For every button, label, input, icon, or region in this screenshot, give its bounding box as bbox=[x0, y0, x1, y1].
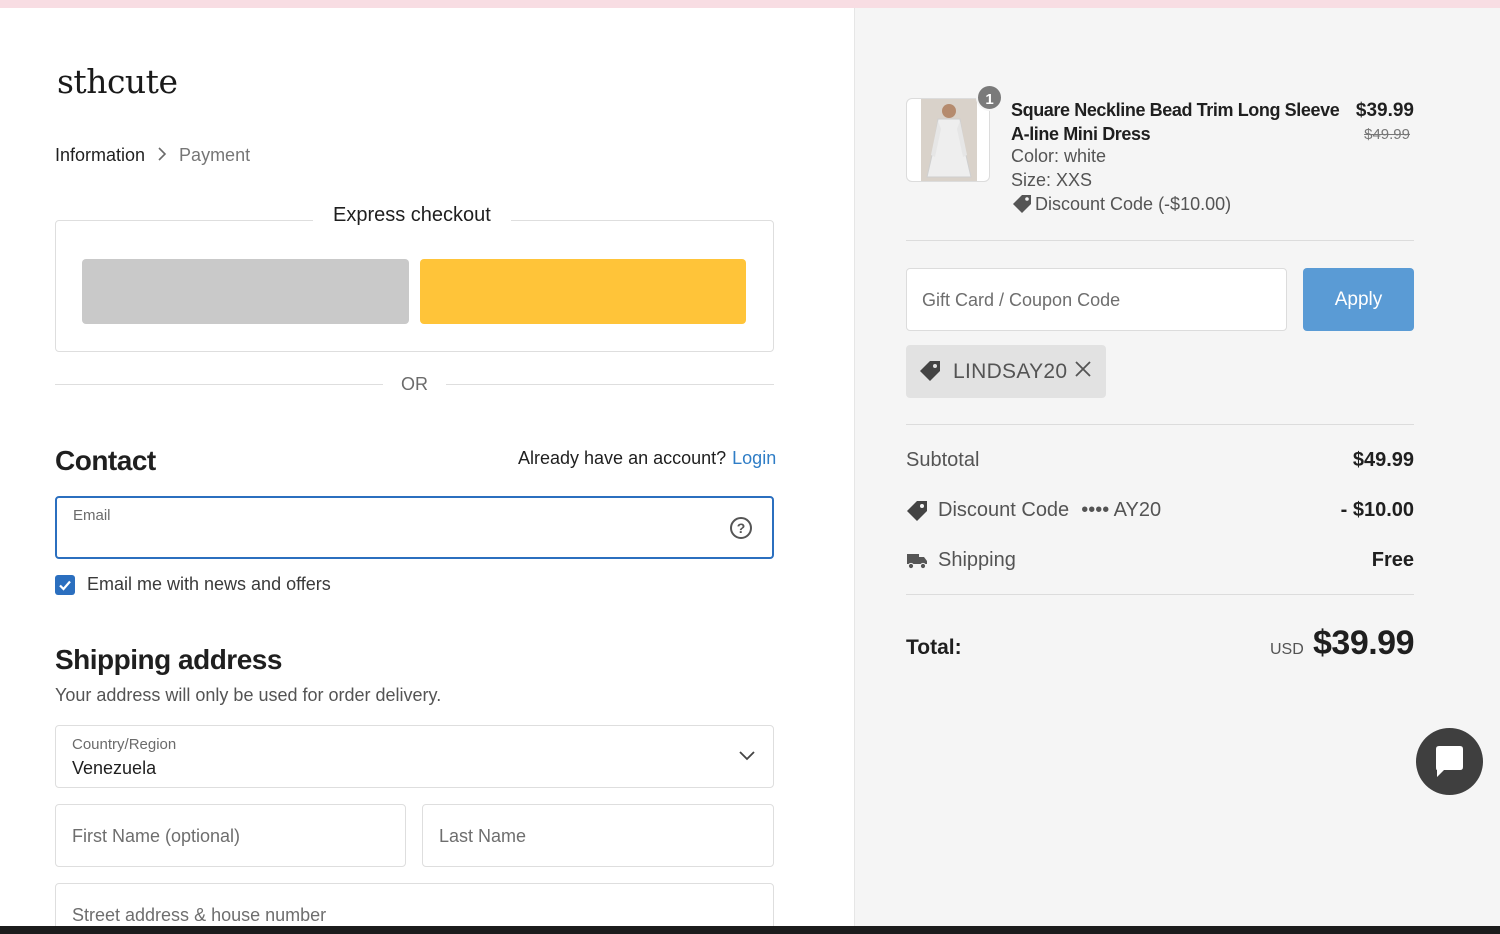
breadcrumb-information[interactable]: Information bbox=[55, 145, 145, 166]
discount-row: Discount Code •••• AY20 bbox=[906, 499, 1161, 522]
bottom-bar bbox=[0, 926, 1500, 934]
email-field[interactable]: Email ? bbox=[55, 496, 774, 559]
first-name-placeholder: First Name (optional) bbox=[72, 826, 241, 846]
express-checkout-title: Express checkout bbox=[313, 204, 511, 227]
express-pay-button[interactable] bbox=[82, 259, 409, 324]
applied-coupon-code: LINDSAY20 bbox=[953, 360, 1068, 383]
contact-heading: Contact bbox=[55, 445, 156, 476]
or-divider-right bbox=[446, 384, 774, 385]
help-circle-icon[interactable]: ? bbox=[730, 517, 752, 539]
product-price: $39.99 bbox=[1355, 100, 1414, 121]
close-icon[interactable] bbox=[1074, 357, 1092, 385]
total-currency: USD bbox=[1270, 641, 1304, 658]
shipping-row: Shipping bbox=[906, 549, 1016, 572]
discount-label: Discount Code bbox=[938, 499, 1070, 521]
product-color: Color: white bbox=[1011, 146, 1107, 166]
product-name: Square Neckline Bead Trim Long Sleeve A-… bbox=[1011, 100, 1340, 144]
login-link[interactable]: Login bbox=[732, 448, 776, 468]
dress-image-icon bbox=[921, 99, 977, 181]
shipping-label: Shipping bbox=[938, 549, 1016, 571]
email-field-label: Email bbox=[73, 507, 111, 524]
product-thumbnail bbox=[906, 98, 990, 182]
breadcrumb: Information Payment bbox=[55, 145, 250, 166]
applied-coupon-chip: LINDSAY20 bbox=[906, 345, 1106, 398]
discount-code-masked: •••• AY20 bbox=[1081, 499, 1162, 521]
truck-icon bbox=[907, 553, 927, 569]
product-discount-text: Discount Code (-$10.00) bbox=[1035, 193, 1232, 214]
divider bbox=[906, 240, 1414, 241]
last-name-placeholder: Last Name bbox=[439, 826, 527, 846]
newsletter-checkbox[interactable] bbox=[55, 575, 75, 595]
divider bbox=[906, 594, 1414, 595]
chat-icon bbox=[1436, 746, 1463, 777]
subtotal-value: $49.99 bbox=[1352, 449, 1414, 471]
newsletter-label[interactable]: Email me with news and offers bbox=[87, 574, 331, 595]
country-select-value: Venezuela bbox=[72, 758, 157, 778]
chevron-right-icon bbox=[157, 145, 167, 166]
account-prompt: Already have an account? Login bbox=[518, 448, 776, 469]
total-label: Total: bbox=[906, 636, 962, 659]
divider bbox=[906, 424, 1414, 425]
top-accent-bar bbox=[0, 0, 1500, 8]
store-logo[interactable]: sthcute bbox=[57, 62, 178, 101]
tag-icon bbox=[907, 500, 927, 521]
product-original-price: $49.99 bbox=[1364, 126, 1410, 143]
checkmark-icon bbox=[59, 580, 71, 591]
shipping-value: Free bbox=[1371, 549, 1414, 571]
street-address-placeholder: Street address & house number bbox=[72, 905, 327, 925]
account-prompt-text: Already have an account? bbox=[518, 448, 727, 468]
chat-button[interactable] bbox=[1416, 728, 1483, 795]
country-select-label: Country/Region bbox=[72, 736, 177, 753]
total-value: $39.99 bbox=[1313, 624, 1415, 662]
product-discount: Discount Code (-$10.00) bbox=[1011, 193, 1231, 215]
subtotal-label: Subtotal bbox=[906, 449, 980, 471]
quantity-badge: 1 bbox=[976, 84, 1003, 111]
country-select[interactable]: Country/Region Venezuela bbox=[55, 725, 774, 788]
tag-icon bbox=[920, 361, 940, 381]
apply-button[interactable]: Apply bbox=[1303, 268, 1414, 331]
product-size: Size: XXS bbox=[1011, 170, 1093, 190]
breadcrumb-payment: Payment bbox=[179, 145, 251, 165]
paypal-button[interactable] bbox=[420, 259, 746, 324]
or-divider-text: OR bbox=[401, 374, 428, 394]
coupon-input[interactable]: Gift Card / Coupon Code bbox=[906, 268, 1287, 331]
shipping-subtext: Your address will only be used for order… bbox=[55, 685, 442, 705]
coupon-placeholder: Gift Card / Coupon Code bbox=[922, 290, 1121, 310]
first-name-input[interactable]: First Name (optional) bbox=[55, 804, 406, 867]
chevron-down-icon bbox=[739, 748, 755, 766]
last-name-input[interactable]: Last Name bbox=[422, 804, 774, 867]
tag-icon bbox=[1013, 195, 1031, 213]
or-divider-left bbox=[55, 384, 383, 385]
discount-value: - $10.00 bbox=[1340, 499, 1414, 521]
shipping-heading: Shipping address bbox=[55, 644, 282, 675]
